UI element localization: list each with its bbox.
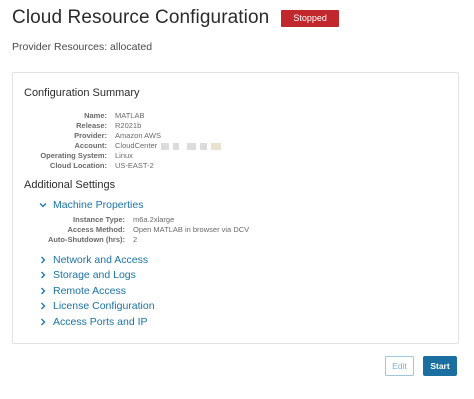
chevron-right-icon xyxy=(37,316,49,328)
chevron-right-icon xyxy=(37,254,49,266)
status-badge: Stopped xyxy=(281,9,339,27)
summary-label: Provider: xyxy=(74,131,107,140)
summary-label: Operating System: xyxy=(40,151,107,160)
machine-label: Access Method: xyxy=(67,225,125,234)
redacted-block xyxy=(187,142,197,150)
redacted-block xyxy=(161,142,170,150)
section-label: Storage and Logs xyxy=(53,269,136,281)
summary-row-release: Release: R2021b xyxy=(13,121,141,131)
machine-properties-label: Machine Properties xyxy=(53,199,144,211)
edit-button[interactable]: Edit xyxy=(385,356,414,376)
machine-value: 2 xyxy=(133,235,138,244)
summary-label: Account: xyxy=(74,141,108,150)
configuration-summary-title: Configuration Summary xyxy=(24,87,140,99)
chevron-down-icon xyxy=(37,199,49,211)
machine-value: Open MATLAB in browser via DCV xyxy=(133,225,250,234)
summary-value: R2021b xyxy=(115,121,142,130)
chevron-right-icon xyxy=(37,300,49,312)
summary-value: Amazon AWS xyxy=(115,131,161,140)
page-title: Cloud Resource Configuration xyxy=(12,7,270,28)
summary-row-name: Name: MATLAB xyxy=(13,111,144,121)
remote-access-toggle[interactable]: Remote Access xyxy=(37,285,126,297)
section-label: Network and Access xyxy=(53,254,149,266)
machine-row-auto-shutdown: Auto-Shutdown (hrs): 2 xyxy=(23,235,137,245)
chevron-right-icon xyxy=(37,269,49,281)
page-header: Cloud Resource Configuration Stopped xyxy=(12,7,339,29)
machine-label: Instance Type: xyxy=(73,215,125,224)
summary-value: Linux xyxy=(115,151,133,160)
redacted-block xyxy=(173,142,180,150)
machine-label: Auto-Shutdown (hrs): xyxy=(47,235,125,244)
machine-value: m6a.2xlarge xyxy=(133,215,175,224)
section-label: Remote Access xyxy=(53,285,126,297)
account-name: CloudCenter xyxy=(115,141,158,150)
chevron-right-icon xyxy=(37,285,49,297)
additional-settings-title: Additional Settings xyxy=(24,179,116,191)
summary-label: Name: xyxy=(84,111,107,120)
summary-value: MATLAB xyxy=(115,111,145,120)
section-label: Access Ports and IP xyxy=(53,316,148,328)
configuration-panel: Configuration Summary Name: MATLAB Relea… xyxy=(12,72,459,344)
machine-properties-toggle[interactable]: Machine Properties xyxy=(37,199,143,211)
machine-row-access-method: Access Method: Open MATLAB in browser vi… xyxy=(23,225,249,235)
summary-label: Release: xyxy=(76,121,107,130)
summary-row-account: Account: CloudCenter xyxy=(13,141,222,151)
start-button[interactable]: Start xyxy=(423,356,457,376)
redacted-block xyxy=(211,142,222,150)
summary-row-location: Cloud Location: US-EAST-2 xyxy=(13,161,154,171)
storage-and-logs-toggle[interactable]: Storage and Logs xyxy=(37,269,136,281)
summary-label: Cloud Location: xyxy=(49,161,107,170)
machine-row-instance-type: Instance Type: m6a.2xlarge xyxy=(23,215,174,225)
section-label: License Configuration xyxy=(53,300,155,312)
summary-value: US-EAST-2 xyxy=(115,161,154,170)
license-configuration-toggle[interactable]: License Configuration xyxy=(37,300,155,312)
account-value: CloudCenter xyxy=(115,141,222,151)
provider-resources-status: Provider Resources: allocated xyxy=(12,41,153,53)
redacted-block xyxy=(200,142,208,150)
access-ports-and-ip-toggle[interactable]: Access Ports and IP xyxy=(37,316,148,328)
network-and-access-toggle[interactable]: Network and Access xyxy=(37,254,148,266)
summary-row-provider: Provider: Amazon AWS xyxy=(13,131,161,141)
summary-row-os: Operating System: Linux xyxy=(13,151,133,161)
